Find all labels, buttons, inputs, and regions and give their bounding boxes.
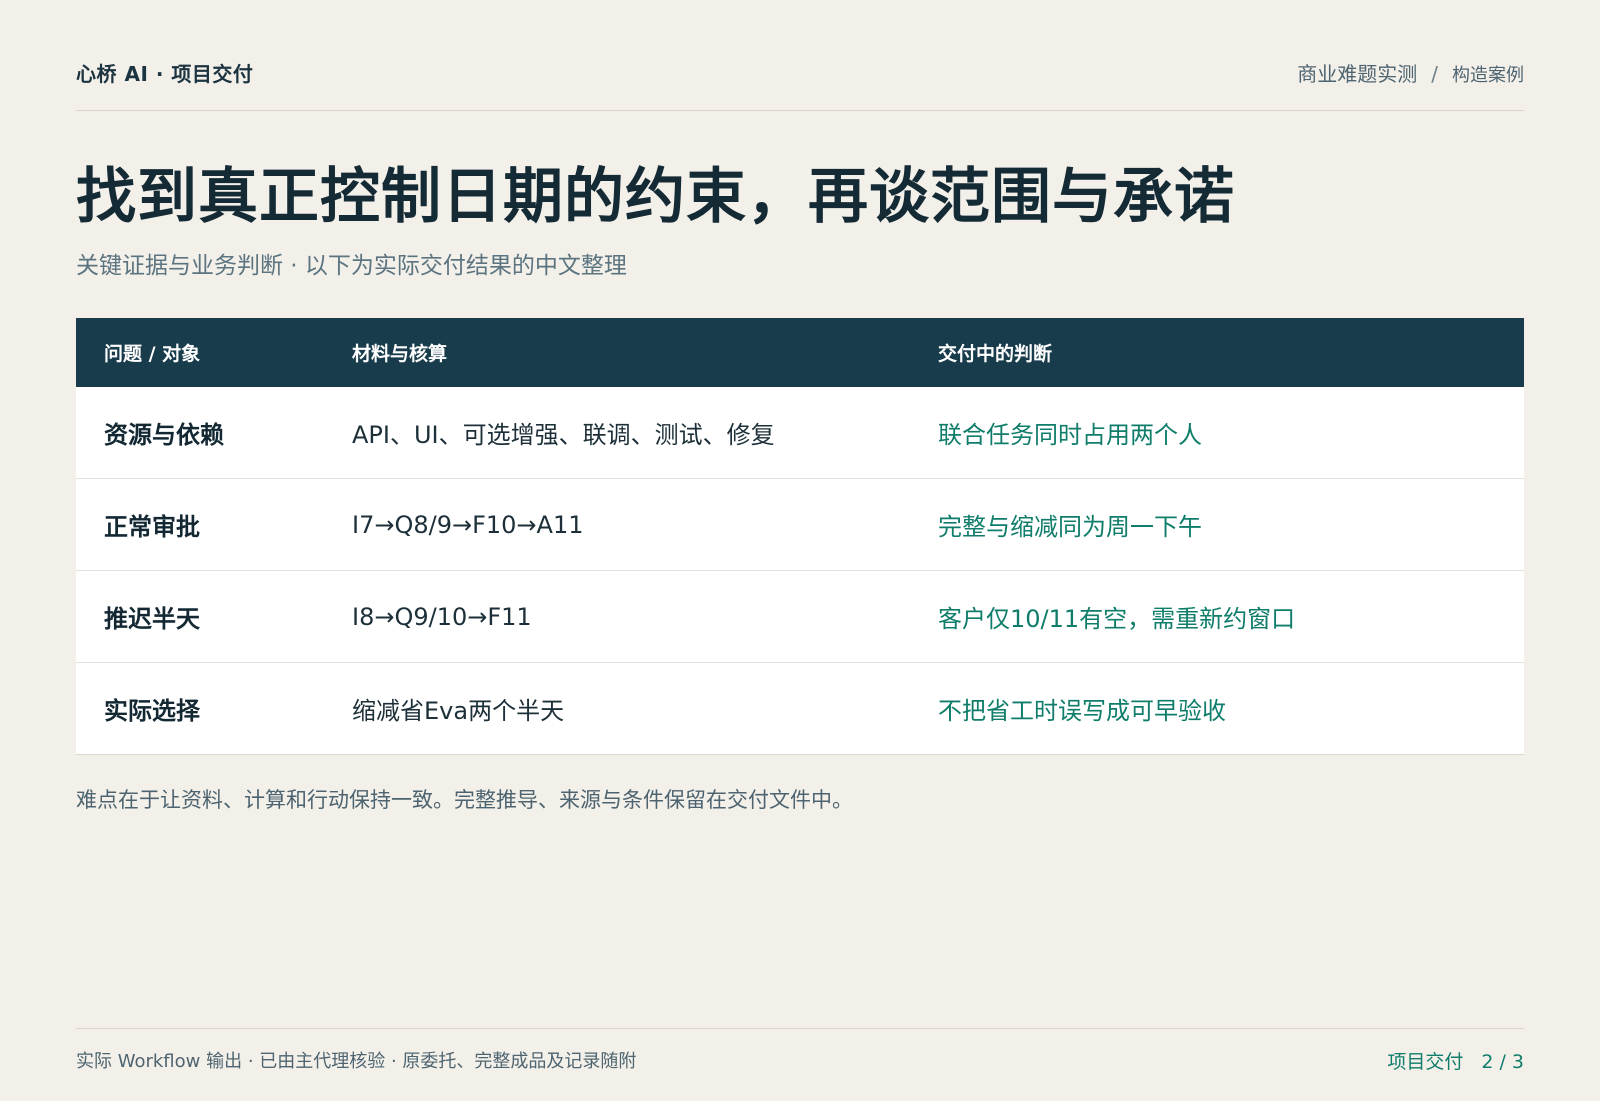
cell-topic: 推迟半天: [76, 570, 324, 663]
page-number: 2 / 3: [1481, 1051, 1524, 1073]
cell-topic: 资源与依赖: [76, 387, 324, 479]
footer-section-label: 项目交付: [1387, 1051, 1464, 1073]
cell-material: 缩减省Eva两个半天: [324, 662, 910, 755]
cell-material: I8→Q9/10→F11: [324, 570, 910, 663]
breadcrumb-item-secondary[interactable]: 构造案例: [1452, 65, 1524, 86]
cell-judgment: 完整与缩减同为周一下午: [910, 478, 1524, 571]
table-row: 推迟半天 I8→Q9/10→F11 客户仅10/11有空，需重新约窗口: [76, 570, 1524, 663]
page-title: 找到真正控制日期的约束，再谈范围与承诺: [76, 162, 1235, 232]
cell-judgment: 不把省工时误写成可早验收: [910, 662, 1524, 755]
page-subtitle: 关键证据与业务判断 · 以下为实际交付结果的中文整理: [76, 253, 627, 279]
brand-label: 心桥 AI · 项目交付: [76, 62, 254, 86]
table-row: 实际选择 缩减省Eva两个半天 不把省工时误写成可早验收: [76, 662, 1524, 755]
table-header-row: 问题 / 对象 材料与核算 交付中的判断: [76, 318, 1524, 387]
cell-topic: 实际选择: [76, 662, 324, 755]
cell-topic: 正常审批: [76, 478, 324, 571]
column-header-judgment: 交付中的判断: [910, 318, 1524, 387]
footer-pagination: 项目交付 2 / 3: [1387, 1047, 1524, 1074]
evidence-table: 问题 / 对象 材料与核算 交付中的判断 资源与依赖 API、UI、可选增强、联…: [76, 318, 1524, 755]
cell-material: I7→Q8/9→F10→A11: [324, 478, 910, 571]
footnote: 难点在于让资料、计算和行动保持一致。完整推导、来源与条件保留在交付文件中。: [76, 788, 853, 812]
footer: 实际 Workflow 输出 · 已由主代理核验 · 原委托、完整成品及记录随附…: [76, 1028, 1524, 1101]
breadcrumb-separator: /: [1431, 62, 1438, 86]
breadcrumb-item-primary[interactable]: 商业难题实测: [1297, 62, 1417, 86]
cell-judgment: 联合任务同时占用两个人: [910, 387, 1524, 479]
table-row: 资源与依赖 API、UI、可选增强、联调、测试、修复 联合任务同时占用两个人: [76, 387, 1524, 479]
footer-source-note: 实际 Workflow 输出 · 已由主代理核验 · 原委托、完整成品及记录随附: [76, 1051, 637, 1072]
page: 心桥 AI · 项目交付 商业难题实测 / 构造案例 找到真正控制日期的约束，再谈范…: [76, 0, 1524, 1100]
column-header-material: 材料与核算: [324, 318, 910, 387]
breadcrumb: 商业难题实测 / 构造案例: [1297, 58, 1524, 87]
top-bar: 心桥 AI · 项目交付 商业难题实测 / 构造案例: [76, 54, 1524, 111]
table-row: 正常审批 I7→Q8/9→F10→A11 完整与缩减同为周一下午: [76, 478, 1524, 571]
cell-material: API、UI、可选增强、联调、测试、修复: [324, 387, 910, 479]
column-header-topic: 问题 / 对象: [76, 318, 324, 387]
cell-judgment: 客户仅10/11有空，需重新约窗口: [910, 570, 1524, 663]
